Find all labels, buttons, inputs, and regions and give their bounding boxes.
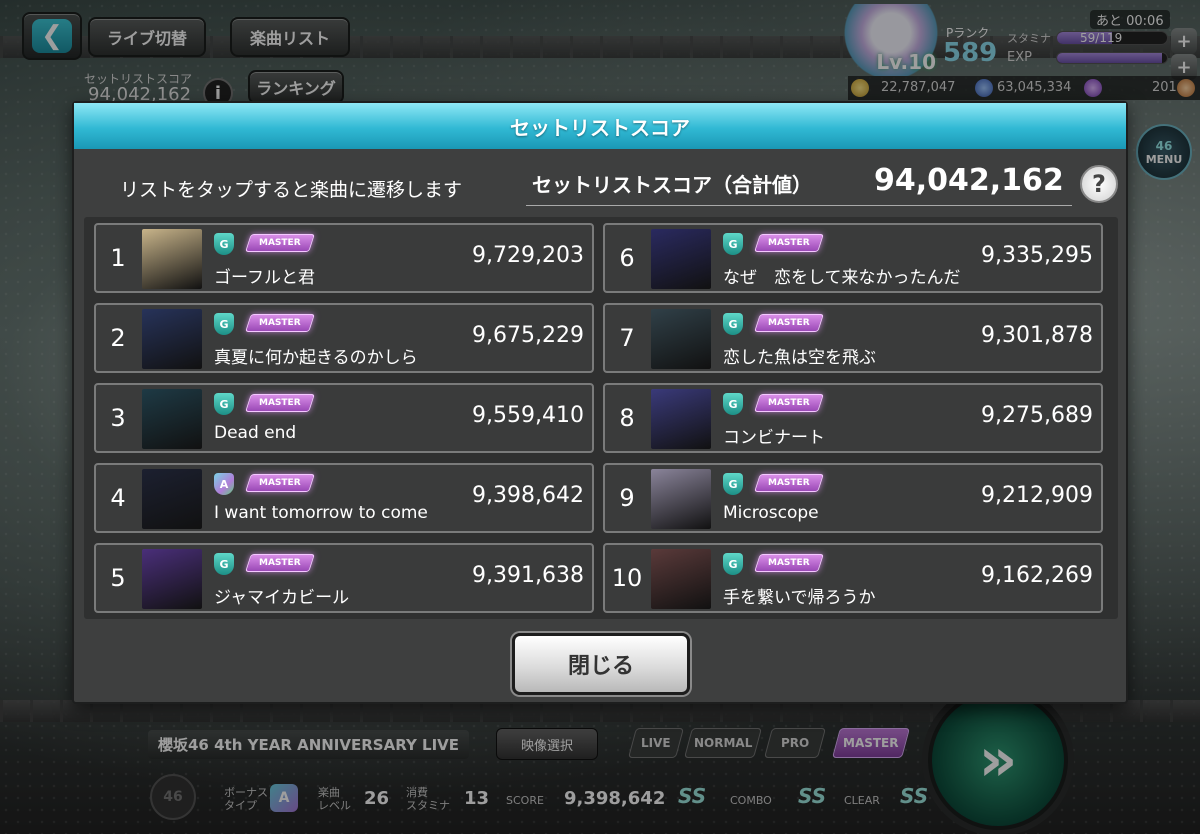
song-rank: 4 xyxy=(110,484,126,512)
song-row[interactable]: 6 G MASTER なぜ 恋をして来なかったんだ 9,335,295 xyxy=(603,223,1103,293)
dialog-title: セットリストスコア xyxy=(74,103,1126,149)
song-row[interactable]: 8 G MASTER コンビナート 9,275,689 xyxy=(603,383,1103,453)
song-grade-icon: G xyxy=(723,553,743,575)
song-jacket-image xyxy=(142,469,202,529)
song-title: なぜ 恋をして来なかったんだ xyxy=(723,268,961,288)
song-grade-icon: G xyxy=(214,393,234,415)
song-grade-icon: G xyxy=(723,233,743,255)
master-tag-label: MASTER xyxy=(768,558,810,568)
song-jacket-image xyxy=(651,309,711,369)
song-title: Microscope xyxy=(723,503,819,523)
master-tag-label: MASTER xyxy=(259,478,301,488)
master-difficulty-tag: MASTER xyxy=(754,474,824,492)
master-difficulty-tag: MASTER xyxy=(245,314,315,332)
song-jacket-image xyxy=(142,229,202,289)
song-title: 真夏に何か起きるのかしら xyxy=(214,348,418,368)
song-rank: 3 xyxy=(110,404,126,432)
song-jacket-image xyxy=(142,309,202,369)
song-title: コンビナート xyxy=(723,428,825,448)
master-tag-label: MASTER xyxy=(259,238,301,248)
song-score: 9,212,909 xyxy=(981,483,1093,508)
song-jacket-image xyxy=(142,549,202,609)
master-difficulty-tag: MASTER xyxy=(754,234,824,252)
master-tag-label: MASTER xyxy=(768,318,810,328)
song-rank: 10 xyxy=(611,564,643,592)
song-jacket-image xyxy=(651,469,711,529)
master-tag-label: MASTER xyxy=(259,318,301,328)
song-jacket-image xyxy=(651,229,711,289)
song-title: I want tomorrow to come xyxy=(214,503,428,523)
song-rank: 2 xyxy=(110,324,126,352)
close-button[interactable]: 閉じる xyxy=(512,633,690,695)
song-rank: 8 xyxy=(619,404,635,432)
master-tag-label: MASTER xyxy=(768,478,810,488)
help-icon[interactable]: ? xyxy=(1080,165,1118,203)
song-jacket-image xyxy=(651,389,711,449)
master-tag-label: MASTER xyxy=(768,398,810,408)
song-grade-icon: A xyxy=(214,473,234,495)
song-row[interactable]: 1 G MASTER ゴーフルと君 9,729,203 xyxy=(94,223,594,293)
song-score: 9,559,410 xyxy=(472,403,584,428)
master-tag-label: MASTER xyxy=(259,558,301,568)
song-jacket-image xyxy=(142,389,202,449)
song-rank: 9 xyxy=(619,484,635,512)
master-tag-label: MASTER xyxy=(259,398,301,408)
song-row[interactable]: 4 A MASTER I want tomorrow to come 9,398… xyxy=(94,463,594,533)
master-tag-label: MASTER xyxy=(768,238,810,248)
song-title: ゴーフルと君 xyxy=(214,268,315,288)
master-difficulty-tag: MASTER xyxy=(245,234,315,252)
total-divider xyxy=(526,205,1072,206)
song-score: 9,275,689 xyxy=(981,403,1093,428)
song-row[interactable]: 9 G MASTER Microscope 9,212,909 xyxy=(603,463,1103,533)
song-grade-icon: G xyxy=(214,553,234,575)
song-score: 9,335,295 xyxy=(981,243,1093,268)
song-rank: 7 xyxy=(619,324,635,352)
song-rank: 6 xyxy=(619,244,635,272)
song-grade-icon: G xyxy=(723,393,743,415)
song-title: 手を繋いで帰ろうか xyxy=(723,588,876,608)
song-score: 9,301,878 xyxy=(981,323,1093,348)
song-grade-icon: G xyxy=(723,313,743,335)
song-jacket-image xyxy=(651,549,711,609)
song-grade-icon: G xyxy=(214,233,234,255)
dialog-hint: リストをタップすると楽曲に遷移します xyxy=(120,179,463,201)
master-difficulty-tag: MASTER xyxy=(754,554,824,572)
song-row[interactable]: 3 G MASTER Dead end 9,559,410 xyxy=(94,383,594,453)
song-title: ジャマイカビール xyxy=(214,588,350,608)
total-score-label: セットリストスコア（合計値） xyxy=(532,173,812,197)
song-title: Dead end xyxy=(214,423,297,443)
song-row[interactable]: 2 G MASTER 真夏に何か起きるのかしら 9,675,229 xyxy=(94,303,594,373)
song-score: 9,391,638 xyxy=(472,563,584,588)
song-row[interactable]: 10 G MASTER 手を繋いで帰ろうか 9,162,269 xyxy=(603,543,1103,613)
song-score: 9,675,229 xyxy=(472,323,584,348)
song-grade-icon: G xyxy=(723,473,743,495)
song-title: 恋した魚は空を飛ぶ xyxy=(723,348,876,368)
setlist-score-dialog: セットリストスコア リストをタップすると楽曲に遷移します セットリストスコア（合… xyxy=(72,101,1128,704)
song-score: 9,398,642 xyxy=(472,483,584,508)
song-list: 1 G MASTER ゴーフルと君 9,729,203 2 G MASTER 真… xyxy=(84,217,1118,619)
master-difficulty-tag: MASTER xyxy=(245,474,315,492)
song-row[interactable]: 7 G MASTER 恋した魚は空を飛ぶ 9,301,878 xyxy=(603,303,1103,373)
song-row[interactable]: 5 G MASTER ジャマイカビール 9,391,638 xyxy=(94,543,594,613)
master-difficulty-tag: MASTER xyxy=(245,394,315,412)
song-score: 9,729,203 xyxy=(472,243,584,268)
master-difficulty-tag: MASTER xyxy=(245,554,315,572)
song-rank: 1 xyxy=(110,244,126,272)
song-score: 9,162,269 xyxy=(981,563,1093,588)
song-rank: 5 xyxy=(110,564,126,592)
master-difficulty-tag: MASTER xyxy=(754,394,824,412)
total-score-value: 94,042,162 xyxy=(874,163,1064,198)
song-grade-icon: G xyxy=(214,313,234,335)
master-difficulty-tag: MASTER xyxy=(754,314,824,332)
